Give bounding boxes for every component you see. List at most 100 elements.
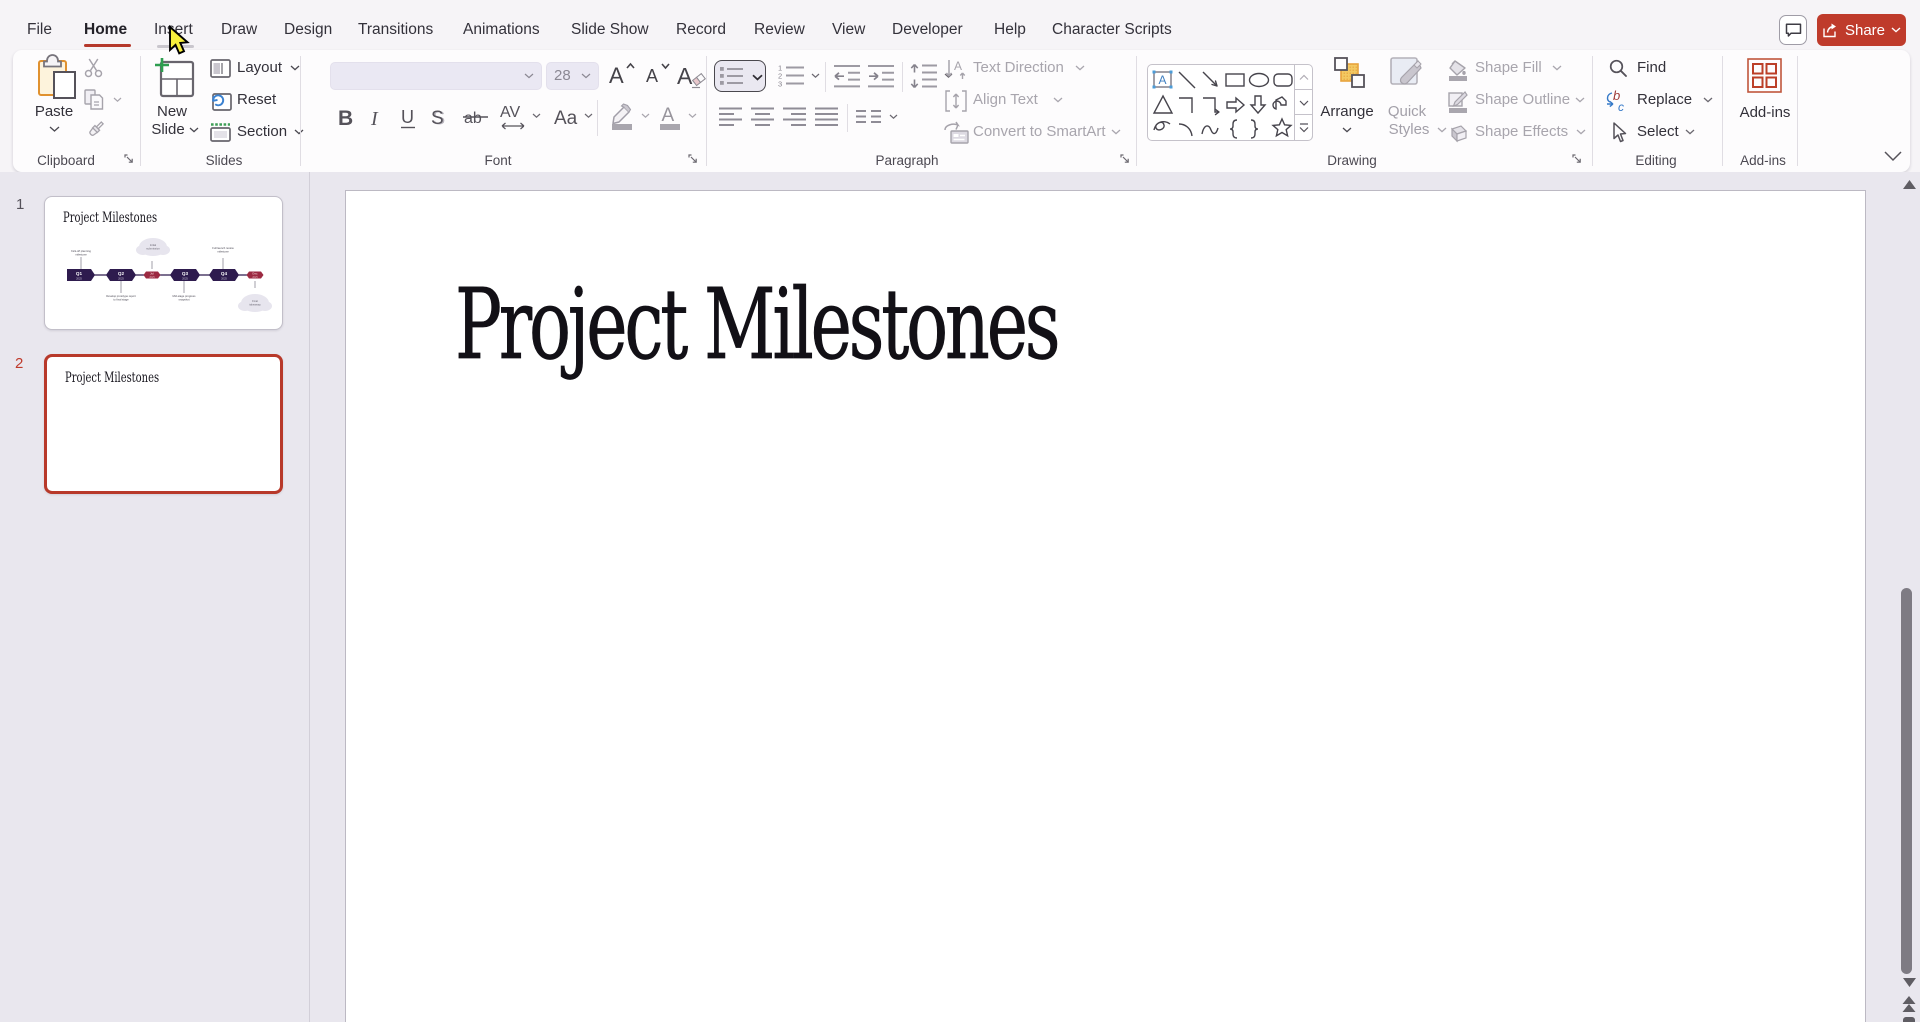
shape-gallery-shapes[interactable]: A [1151,68,1295,139]
find-label[interactable]: Find [1637,59,1666,76]
shape-outline-label[interactable]: Shape Outline [1475,91,1570,108]
tab-record[interactable]: Record [676,21,726,39]
cut-icon[interactable] [84,58,103,78]
scroll-down-arrow-icon[interactable] [1903,978,1916,987]
new-slide-button[interactable] [152,55,194,99]
italic-button[interactable]: I [367,104,385,130]
change-case-chevron-icon[interactable] [584,113,593,119]
tab-design[interactable]: Design [284,21,332,39]
text-highlight-chevron-icon[interactable] [641,113,650,119]
bullets-button[interactable] [714,60,766,92]
strikethrough-button[interactable]: ab [463,104,489,130]
numbering-button[interactable]: 1 2 3 [778,64,806,88]
copy-dropdown-chevron-icon[interactable] [113,97,122,103]
tab-file[interactable]: File [27,21,52,39]
addins-button[interactable] [1746,57,1784,97]
paste-dropdown-chevron-icon[interactable] [49,126,60,133]
align-center-button[interactable] [751,107,775,127]
font-name-chevron-icon[interactable] [524,73,534,80]
shape-effects-label[interactable]: Shape Effects [1475,123,1568,140]
shape-effects-button[interactable] [1447,123,1469,145]
share-button[interactable]: Share [1817,14,1906,46]
replace-button[interactable]: b c [1605,90,1631,114]
convert-to-smartart-button[interactable] [943,122,969,144]
decrease-indent-button[interactable] [834,64,861,88]
font-size-chevron-icon[interactable] [581,73,591,80]
arrange-button[interactable] [1334,57,1386,97]
slide-1-thumbnail[interactable]: Project Milestones Q1 2025 Q2 2025 [44,196,283,330]
scrollbar-thumb[interactable] [1901,588,1912,974]
align-text-button[interactable] [945,90,967,112]
decrease-font-size-button[interactable]: A [641,60,671,90]
shape-outline-button[interactable] [1447,91,1469,113]
clipboard-dialog-launcher-icon[interactable] [124,154,134,164]
collapse-ribbon-icon[interactable] [1884,151,1902,162]
previous-slide-button-icon[interactable] [1902,996,1916,1013]
slide-canvas[interactable]: Project Milestones [345,190,1866,1022]
shape-fill-button[interactable] [1447,59,1469,81]
text-direction-button[interactable]: A [945,58,967,80]
slide-title-text[interactable]: Project Milestones [455,268,1057,381]
tab-help[interactable]: Help [994,21,1026,39]
replace-label[interactable]: Replace [1637,91,1692,108]
reset-button[interactable] [210,91,232,111]
tab-home[interactable]: Home [84,21,127,39]
align-left-button[interactable] [719,107,743,127]
format-painter-icon[interactable] [83,120,105,142]
quick-styles-button[interactable] [1392,57,1448,97]
align-right-button[interactable] [783,107,807,127]
font-size-combobox[interactable]: 28 [546,62,599,90]
convert-to-smartart-label[interactable]: Convert to SmartArt [973,123,1106,140]
clear-formatting-button[interactable]: A [676,60,708,90]
tab-review[interactable]: Review [754,21,805,39]
copy-icon[interactable] [84,89,104,110]
numbering-chevron-icon[interactable] [811,73,820,79]
underline-button[interactable]: U [398,104,418,130]
bold-button[interactable]: B [335,104,357,130]
comments-button[interactable] [1779,15,1807,45]
columns-button[interactable] [856,109,882,126]
reset-label[interactable]: Reset [237,91,276,108]
tab-transitions[interactable]: Transitions [358,21,433,39]
font-color-chevron-icon[interactable] [688,113,697,119]
gallery-scroll-up-icon[interactable] [1299,74,1309,81]
paste-button[interactable] [38,58,84,98]
panel-divider[interactable] [309,172,310,1022]
text-highlight-color-button[interactable] [609,103,635,131]
align-text-label[interactable]: Align Text [973,91,1038,108]
increase-indent-button[interactable] [868,64,895,88]
tab-draw[interactable]: Draw [221,21,257,39]
gallery-scroll-down-button[interactable] [1295,89,1313,115]
line-spacing-button[interactable] [910,63,938,89]
find-button[interactable] [1608,59,1628,79]
select-label[interactable]: Select [1637,123,1679,140]
gallery-more-button[interactable] [1295,114,1313,140]
character-spacing-button[interactable]: AV [499,102,529,132]
increase-font-size-button[interactable]: A [606,60,636,90]
slide-2-thumbnail[interactable]: Project Milestones [44,354,283,494]
text-direction-label[interactable]: Text Direction [973,59,1064,76]
font-color-button[interactable]: A [658,103,682,131]
tab-character-scripts[interactable]: Character Scripts [1052,21,1172,39]
text-shadow-button[interactable]: SS [428,104,446,130]
drawing-dialog-launcher-icon[interactable] [1572,154,1582,164]
next-slide-button-icon[interactable] [1903,1017,1915,1022]
change-case-button[interactable]: Aa [553,106,585,130]
select-button[interactable] [1610,122,1628,144]
scroll-up-arrow-icon[interactable] [1903,180,1916,189]
tab-slide-show[interactable]: Slide Show [571,21,649,39]
section-button[interactable] [210,123,231,142]
tab-view[interactable]: View [832,21,865,39]
layout-button[interactable] [210,59,231,78]
section-label[interactable]: Section [237,123,287,140]
shape-fill-label[interactable]: Shape Fill [1475,59,1542,76]
layout-label[interactable]: Layout [237,59,282,76]
character-spacing-chevron-icon[interactable] [532,113,541,119]
tab-animations[interactable]: Animations [463,21,540,39]
tab-developer[interactable]: Developer [892,21,963,39]
columns-chevron-icon[interactable] [889,114,898,120]
font-name-combobox[interactable] [330,62,542,90]
font-dialog-launcher-icon[interactable] [688,154,698,164]
justify-button[interactable] [815,107,839,127]
paragraph-dialog-launcher-icon[interactable] [1120,154,1130,164]
